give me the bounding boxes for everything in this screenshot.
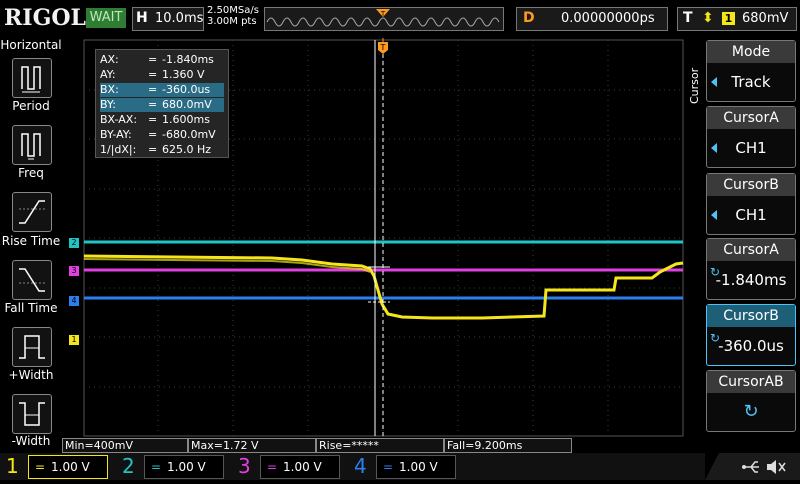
period-icon <box>21 66 41 93</box>
freq-button[interactable] <box>12 125 52 165</box>
cursor-readout-panel: AX: = -1.840ms AY: = 1.360 V BX: = -360.0us BY… <box>95 49 229 158</box>
rise-time-label: Rise Time <box>1 234 61 248</box>
channel-4-status[interactable]: 4 = 1.00 V <box>348 453 460 480</box>
cursor-b-position-title: CursorB <box>707 305 795 327</box>
neg-width-icon <box>19 402 45 426</box>
cursor-a-source-title: CursorA <box>707 107 795 129</box>
cursor-a-position-title: CursorA <box>707 239 795 261</box>
cursor-ab-button[interactable]: CursorAB ↻ <box>706 370 796 432</box>
channel-3-scale-box: = 1.00 V <box>260 455 340 479</box>
timebase-box[interactable]: H 10.0ms <box>132 7 204 31</box>
trigger-channel-badge: 1 <box>722 12 735 25</box>
readout-bx-ax: BX-AX: = 1.600ms <box>100 113 210 126</box>
fall-time-button[interactable] <box>12 260 52 300</box>
cursor-b-source-value: CH1 <box>735 206 767 224</box>
fall-time-icon <box>19 268 45 292</box>
channel-3-number: 3 <box>238 454 251 478</box>
measure-min[interactable]: Min=400mV <box>62 438 188 453</box>
timebase-value: 10.0ms <box>155 11 204 26</box>
rise-time-button[interactable] <box>12 192 52 232</box>
left-menu-title: Horizontal <box>0 38 62 52</box>
readout-bx: BX: = -360.0us <box>100 83 224 97</box>
channel-1-number: 1 <box>6 454 19 478</box>
pos-width-icon <box>19 335 45 359</box>
system-status-area <box>705 453 800 480</box>
channel-4-number: 4 <box>354 454 367 478</box>
channel-1-scale: 1.00 V <box>51 460 90 474</box>
ch1-marker[interactable]: 1 <box>69 335 79 345</box>
trigger-label: T <box>683 10 693 26</box>
channel-3-scale: 1.00 V <box>283 460 322 474</box>
channel-3-status[interactable]: 3 = 1.00 V <box>232 453 344 480</box>
readout-ax: AX: = -1.840ms <box>100 53 214 66</box>
ch3-marker[interactable]: 3 <box>69 266 79 276</box>
channel-1-status[interactable]: 1 = 1.00 V <box>0 453 112 480</box>
trigger-box[interactable]: T ⬍ 1 680mV <box>677 7 797 31</box>
ch4-marker[interactable]: 4 <box>69 296 79 306</box>
usb-icon <box>742 461 759 473</box>
neg-width-label: -Width <box>11 434 51 448</box>
readout-inv-dx: 1/|dX|: = 625.0 Hz <box>100 143 212 156</box>
period-button[interactable] <box>12 58 52 98</box>
cursor-b-position-value: -360.0us <box>718 337 784 355</box>
freq-label: Freq <box>18 166 44 180</box>
cursor-b-position-button[interactable]: CursorB ↻ -360.0us <box>706 304 796 366</box>
channel-4-scale-box: = 1.00 V <box>376 455 456 479</box>
dc-coupling-icon: = <box>151 460 162 474</box>
waveform-overview: T <box>264 7 504 31</box>
delay-value: 0.00000000ps <box>561 11 655 26</box>
dc-coupling-icon: = <box>267 460 278 474</box>
svg-text:T: T <box>380 43 386 52</box>
sample-rate-info: 2.50MSa/s 3.00M pts <box>207 5 259 27</box>
cursor-a-position-value: -1.840ms <box>715 271 787 289</box>
sample-rate: 2.50MSa/s <box>207 5 259 16</box>
overview-waveform-icon: T <box>266 9 500 27</box>
mode-title: Mode <box>707 41 795 63</box>
channel-1-scale-box: = 1.00 V <box>28 455 108 479</box>
svg-text:T: T <box>380 10 386 18</box>
period-label: Period <box>12 99 50 113</box>
memory-depth: 3.00M pts <box>207 16 257 27</box>
pos-width-button[interactable] <box>12 327 52 367</box>
dc-coupling-icon: = <box>35 460 46 474</box>
channel-2-status[interactable]: 2 = 1.00 V <box>116 453 228 480</box>
ch2-marker[interactable]: 2 <box>69 238 79 248</box>
channel-4-scale: 1.00 V <box>399 460 438 474</box>
cursor-a-position-button[interactable]: CursorA ↻ -1.840ms <box>706 238 796 300</box>
pos-width-label: +Width <box>8 368 54 382</box>
measure-max[interactable]: Max=1.72 V <box>188 438 316 453</box>
measure-rise[interactable]: Rise=***** <box>316 438 444 453</box>
readout-by: BY: = 680.0mV <box>100 98 224 112</box>
acquisition-status-badge: WAIT <box>86 8 126 28</box>
cursor-a-source-button[interactable]: CursorA CH1 <box>706 106 796 168</box>
measurement-bar: Min=400mV Max=1.72 V Rise=***** Fall=9.2… <box>62 438 684 453</box>
fall-time-label: Fall Time <box>4 301 58 315</box>
rise-time-icon <box>19 200 45 224</box>
delay-label: D <box>523 10 535 26</box>
trigger-level-value: 680mV <box>742 11 789 26</box>
cursor-ab-title: CursorAB <box>707 371 795 393</box>
cursor-menu-section-label: Cursor <box>688 67 701 104</box>
channel-2-scale: 1.00 V <box>167 460 206 474</box>
cursor-b-source-button[interactable]: CursorB CH1 <box>706 173 796 235</box>
horizontal-label: H <box>136 10 148 26</box>
freq-icon <box>21 133 41 160</box>
delay-box[interactable]: D 0.00000000ps <box>516 7 668 31</box>
cursor-a-source-value: CH1 <box>735 139 767 157</box>
readout-by-ay: BY-AY: = -680.0mV <box>100 128 216 141</box>
dc-coupling-icon: = <box>383 460 394 474</box>
channel-2-number: 2 <box>122 454 135 478</box>
cursor-b-source-title: CursorB <box>707 174 795 196</box>
rigol-logo: RIGOL <box>4 5 86 31</box>
speaker-muted-icon <box>767 460 786 474</box>
knob-rotate-icon: ↻ <box>743 401 759 422</box>
neg-width-button[interactable] <box>12 394 52 434</box>
readout-ay: AY: = 1.360 V <box>100 68 205 81</box>
channel-2-scale-box: = 1.00 V <box>144 455 224 479</box>
rising-edge-icon: ⬍ <box>702 10 714 26</box>
mode-button[interactable]: Mode Track <box>706 40 796 102</box>
measure-fall[interactable]: Fall=9.200ms <box>444 438 572 453</box>
mode-value: Track <box>731 73 771 91</box>
